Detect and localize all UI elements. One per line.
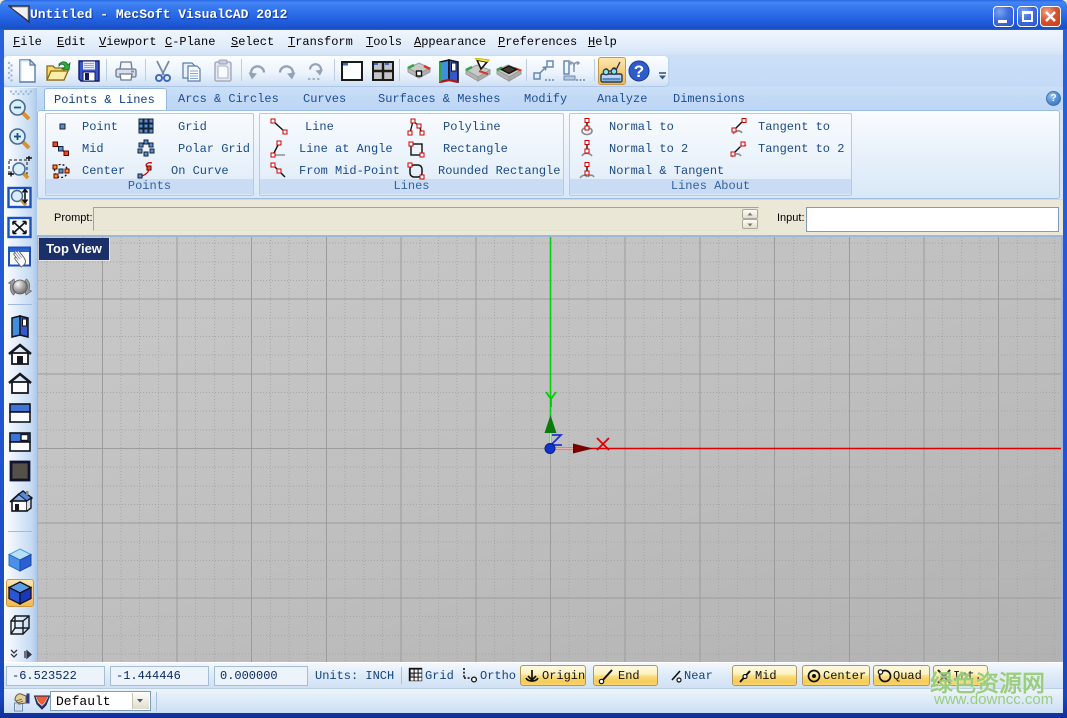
svg-text:?: ?: [634, 62, 644, 81]
